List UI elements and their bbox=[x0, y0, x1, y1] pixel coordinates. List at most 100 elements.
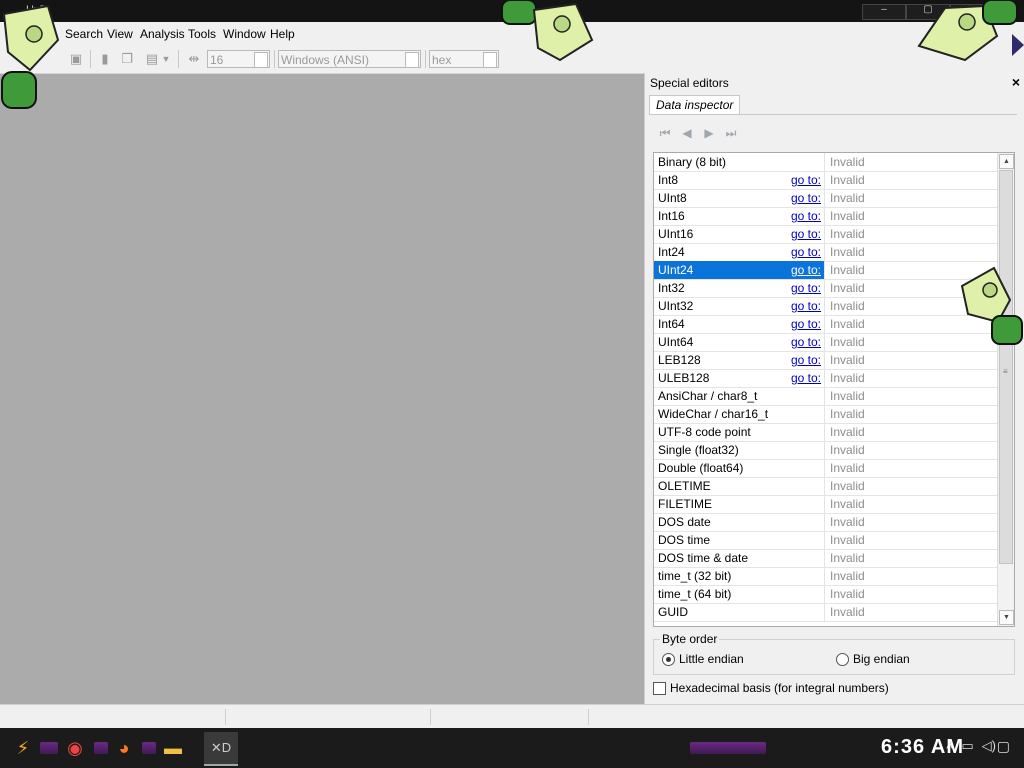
row-value[interactable]: Invalid bbox=[830, 531, 865, 549]
notification-icon[interactable]: ▢ bbox=[997, 738, 1010, 755]
goto-link[interactable]: go to: bbox=[791, 351, 821, 369]
goto-link[interactable]: go to: bbox=[791, 369, 821, 387]
table-row[interactable]: UInt16 go to: Invalid bbox=[654, 225, 997, 244]
goto-link[interactable]: go to: bbox=[791, 171, 821, 189]
chrome-icon[interactable]: ◉ bbox=[58, 732, 92, 764]
hxd-taskbar-icon[interactable]: ✕D bbox=[204, 732, 238, 766]
table-row[interactable]: Int64 go to: Invalid bbox=[654, 315, 997, 334]
goto-link[interactable]: go to: bbox=[791, 207, 821, 225]
goto-link[interactable]: go to: bbox=[791, 225, 821, 243]
goto-link[interactable]: go to: bbox=[791, 279, 821, 297]
checkbox-box[interactable] bbox=[653, 681, 666, 695]
chevron-down-icon[interactable]: ▼ bbox=[160, 50, 172, 68]
menu-window[interactable]: Window bbox=[223, 27, 266, 41]
table-row[interactable]: Double (float64) Invalid bbox=[654, 459, 997, 478]
charset-select[interactable]: Windows (ANSI) bbox=[278, 50, 421, 68]
row-value[interactable]: Invalid bbox=[830, 585, 865, 603]
row-value[interactable]: Invalid bbox=[830, 603, 865, 621]
next-icon[interactable]: ▶ bbox=[701, 125, 717, 141]
row-value[interactable]: Invalid bbox=[830, 333, 865, 351]
last-icon[interactable]: ⏭ bbox=[723, 125, 739, 141]
table-row[interactable]: UInt8 go to: Invalid bbox=[654, 189, 997, 208]
copy-icon[interactable]: ❐ bbox=[118, 50, 136, 68]
first-icon[interactable]: ⏮ bbox=[657, 125, 673, 141]
menu-help[interactable]: Help bbox=[270, 27, 295, 41]
row-value[interactable]: Invalid bbox=[830, 459, 865, 477]
table-row[interactable]: DOS date Invalid bbox=[654, 513, 997, 532]
paste-icon[interactable]: ▤ bbox=[143, 50, 161, 68]
row-value[interactable]: Invalid bbox=[830, 405, 865, 423]
table-row[interactable]: FILETIME Invalid bbox=[654, 495, 997, 514]
goto-link[interactable]: go to: bbox=[791, 333, 821, 351]
table-row[interactable]: Int32 go to: Invalid bbox=[654, 279, 997, 298]
bytes-per-row-select[interactable]: 16 bbox=[207, 50, 270, 68]
table-row[interactable]: DOS time Invalid bbox=[654, 531, 997, 550]
row-value[interactable]: Invalid bbox=[830, 441, 865, 459]
menu-view[interactable]: View bbox=[107, 27, 133, 41]
goto-link[interactable]: go to: bbox=[791, 315, 821, 333]
row-value[interactable]: Invalid bbox=[830, 495, 865, 513]
clock[interactable]: 6:36 AM bbox=[881, 736, 964, 759]
table-row[interactable]: UInt24 go to: Invalid bbox=[654, 261, 997, 280]
table-row[interactable]: WideChar / char16_t Invalid bbox=[654, 405, 997, 424]
previous-icon[interactable]: ◀ bbox=[679, 125, 695, 141]
row-value[interactable]: Invalid bbox=[830, 189, 865, 207]
scroll-up-icon[interactable]: ▲ bbox=[999, 154, 1014, 169]
row-value[interactable]: Invalid bbox=[830, 387, 865, 405]
table-row[interactable]: UTF-8 code point Invalid bbox=[654, 423, 997, 442]
combo-arrow[interactable] bbox=[405, 52, 419, 68]
delete-icon[interactable]: ▮ bbox=[96, 50, 114, 68]
start-button[interactable]: ⚡ bbox=[6, 732, 40, 764]
goto-link[interactable]: go to: bbox=[791, 189, 821, 207]
row-value[interactable]: Invalid bbox=[830, 171, 865, 189]
row-value[interactable]: Invalid bbox=[830, 279, 865, 297]
table-row[interactable]: time_t (32 bit) Invalid bbox=[654, 567, 997, 586]
table-row[interactable]: UInt64 go to: Invalid bbox=[654, 333, 997, 352]
big-endian-radio[interactable]: Big endian bbox=[836, 652, 910, 666]
table-row[interactable]: Binary (8 bit) Invalid bbox=[654, 153, 997, 172]
table-row[interactable]: Single (float32) Invalid bbox=[654, 441, 997, 460]
table-row[interactable]: GUID Invalid bbox=[654, 603, 997, 622]
table-row[interactable]: Int24 go to: Invalid bbox=[654, 243, 997, 262]
row-value[interactable]: Invalid bbox=[830, 423, 865, 441]
row-value[interactable]: Invalid bbox=[830, 369, 865, 387]
row-value[interactable]: Invalid bbox=[830, 315, 865, 333]
little-endian-radio[interactable]: Little endian bbox=[662, 652, 744, 666]
firefox-icon[interactable]: ◕ bbox=[107, 732, 141, 764]
minimize-button[interactable]: – bbox=[862, 4, 906, 20]
table-row[interactable]: Int8 go to: Invalid bbox=[654, 171, 997, 190]
hex-basis-checkbox[interactable]: Hexadecimal basis (for integral numbers) bbox=[653, 681, 889, 695]
goto-link[interactable]: go to: bbox=[791, 297, 821, 315]
row-value[interactable]: Invalid bbox=[830, 477, 865, 495]
editor-workspace[interactable] bbox=[0, 74, 643, 704]
row-value[interactable]: Invalid bbox=[830, 297, 865, 315]
row-value[interactable]: Invalid bbox=[830, 153, 865, 171]
row-value[interactable]: Invalid bbox=[830, 243, 865, 261]
offset-base-select[interactable]: hex bbox=[429, 50, 499, 68]
scroll-down-icon[interactable]: ▼ bbox=[999, 610, 1014, 625]
table-row[interactable]: LEB128 go to: Invalid bbox=[654, 351, 997, 370]
combo-arrow[interactable] bbox=[254, 52, 268, 68]
file-explorer-icon[interactable]: ▬ bbox=[156, 732, 190, 764]
row-value[interactable]: Invalid bbox=[830, 207, 865, 225]
row-value[interactable]: Invalid bbox=[830, 351, 865, 369]
combo-arrow[interactable] bbox=[483, 52, 497, 68]
row-value[interactable]: Invalid bbox=[830, 513, 865, 531]
table-row[interactable]: UInt32 go to: Invalid bbox=[654, 297, 997, 316]
table-row[interactable]: DOS time & date Invalid bbox=[654, 549, 997, 568]
radio-selected-icon[interactable] bbox=[662, 652, 675, 666]
table-row[interactable]: AnsiChar / char8_t Invalid bbox=[654, 387, 997, 406]
vertical-scrollbar[interactable]: ▲ ≡ ▼ bbox=[997, 153, 1014, 626]
goto-link[interactable]: go to: bbox=[791, 261, 821, 279]
menu-tools[interactable]: Tools bbox=[188, 27, 216, 41]
table-row[interactable]: ULEB128 go to: Invalid bbox=[654, 369, 997, 388]
close-icon[interactable]: × bbox=[1012, 74, 1020, 90]
scroll-thumb[interactable]: ≡ bbox=[999, 170, 1013, 564]
tab-data-inspector[interactable]: Data inspector bbox=[649, 95, 741, 115]
row-value[interactable]: Invalid bbox=[830, 261, 865, 279]
table-row[interactable]: Int16 go to: Invalid bbox=[654, 207, 997, 226]
radio-unselected-icon[interactable] bbox=[836, 652, 849, 666]
table-row[interactable]: time_t (64 bit) Invalid bbox=[654, 585, 997, 604]
menu-search[interactable]: Search bbox=[65, 27, 103, 41]
row-value[interactable]: Invalid bbox=[830, 225, 865, 243]
